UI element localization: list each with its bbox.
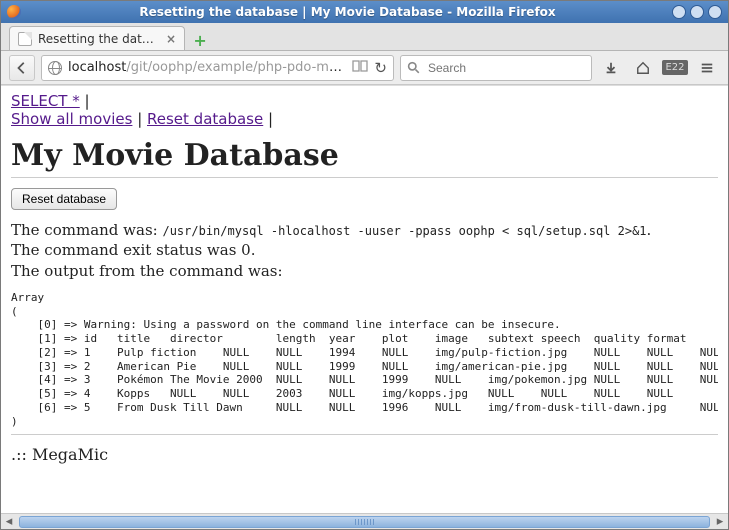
nav-sep: |	[263, 110, 273, 128]
link-reset[interactable]: Reset database	[147, 110, 263, 128]
nav-toolbar: localhost/git/oophp/example/php-pdo-mysq…	[1, 51, 728, 85]
scroll-thumb[interactable]	[19, 516, 710, 528]
home-button[interactable]	[630, 55, 656, 81]
command-text: /usr/bin/mysql -hlocalhost -uuser -ppass…	[162, 224, 646, 238]
tab-close-icon[interactable]: ×	[166, 32, 176, 46]
scroll-right-arrow[interactable]: ▸	[712, 515, 728, 529]
book-icon	[352, 60, 368, 72]
link-show-all[interactable]: Show all movies	[11, 110, 132, 128]
command-output-label: The output from the command was:	[11, 262, 283, 280]
extension-badge: E22	[662, 60, 687, 75]
horizontal-scrollbar[interactable]: ◂ ▸	[1, 513, 728, 529]
window-title: Resetting the database | My Movie Databa…	[27, 5, 668, 19]
extension-button[interactable]: E22	[662, 55, 688, 81]
divider	[11, 434, 718, 435]
reader-mode-icon[interactable]	[352, 60, 368, 76]
globe-icon	[48, 61, 62, 75]
tab-active[interactable]: Resetting the database | My … ×	[9, 26, 185, 50]
url-bar[interactable]: localhost/git/oophp/example/php-pdo-mysq…	[41, 55, 394, 81]
downloads-button[interactable]	[598, 55, 624, 81]
search-input[interactable]	[426, 60, 585, 76]
search-icon	[407, 61, 420, 74]
scroll-track[interactable]	[17, 515, 712, 529]
nav-sep: |	[80, 92, 90, 110]
page-icon	[18, 32, 32, 46]
back-button[interactable]	[9, 55, 35, 81]
menu-button[interactable]	[694, 55, 720, 81]
url-text: localhost/git/oophp/example/php-pdo-mysq…	[68, 60, 346, 75]
command-status: The command exit status was 0.	[11, 241, 255, 259]
window-minimize-button[interactable]	[672, 5, 686, 19]
page-viewport[interactable]: SELECT * | Show all movies | Reset datab…	[1, 85, 728, 513]
new-tab-button[interactable]: +	[189, 30, 211, 50]
home-icon	[636, 61, 650, 75]
browser-window: Resetting the database | My Movie Databa…	[0, 0, 729, 530]
window-close-button[interactable]	[708, 5, 722, 19]
page-nav-links: SELECT * | Show all movies | Reset datab…	[11, 92, 718, 128]
page-content: SELECT * | Show all movies | Reset datab…	[1, 86, 728, 476]
tab-strip: Resetting the database | My … × +	[1, 23, 728, 51]
hamburger-icon	[700, 61, 714, 75]
tab-label: Resetting the database | My …	[38, 32, 158, 46]
download-icon	[604, 61, 618, 75]
firefox-icon	[7, 5, 21, 19]
window-maximize-button[interactable]	[690, 5, 704, 19]
page-title: My Movie Database	[11, 138, 718, 173]
command-prefix: The command was:	[11, 221, 162, 239]
scroll-left-arrow[interactable]: ◂	[1, 515, 17, 529]
window-titlebar: Resetting the database | My Movie Databa…	[1, 1, 728, 23]
reset-database-button[interactable]: Reset database	[11, 188, 117, 210]
nav-sep: |	[132, 110, 147, 128]
search-bar[interactable]	[400, 55, 592, 81]
scroll-grip-icon	[355, 519, 375, 525]
command-block: The command was: /usr/bin/mysql -hlocalh…	[11, 220, 718, 281]
divider	[11, 177, 718, 178]
page-footer: .:: MegaMic	[11, 445, 718, 464]
arrow-left-icon	[15, 61, 29, 75]
reload-button[interactable]: ↻	[374, 59, 387, 77]
url-path: /git/oophp/example/php-pdo-mysql/?route=…	[126, 60, 346, 75]
command-output: Array ( [0] => Warning: Using a password…	[11, 291, 718, 429]
link-select[interactable]: SELECT *	[11, 92, 80, 110]
url-host: localhost	[68, 60, 126, 75]
